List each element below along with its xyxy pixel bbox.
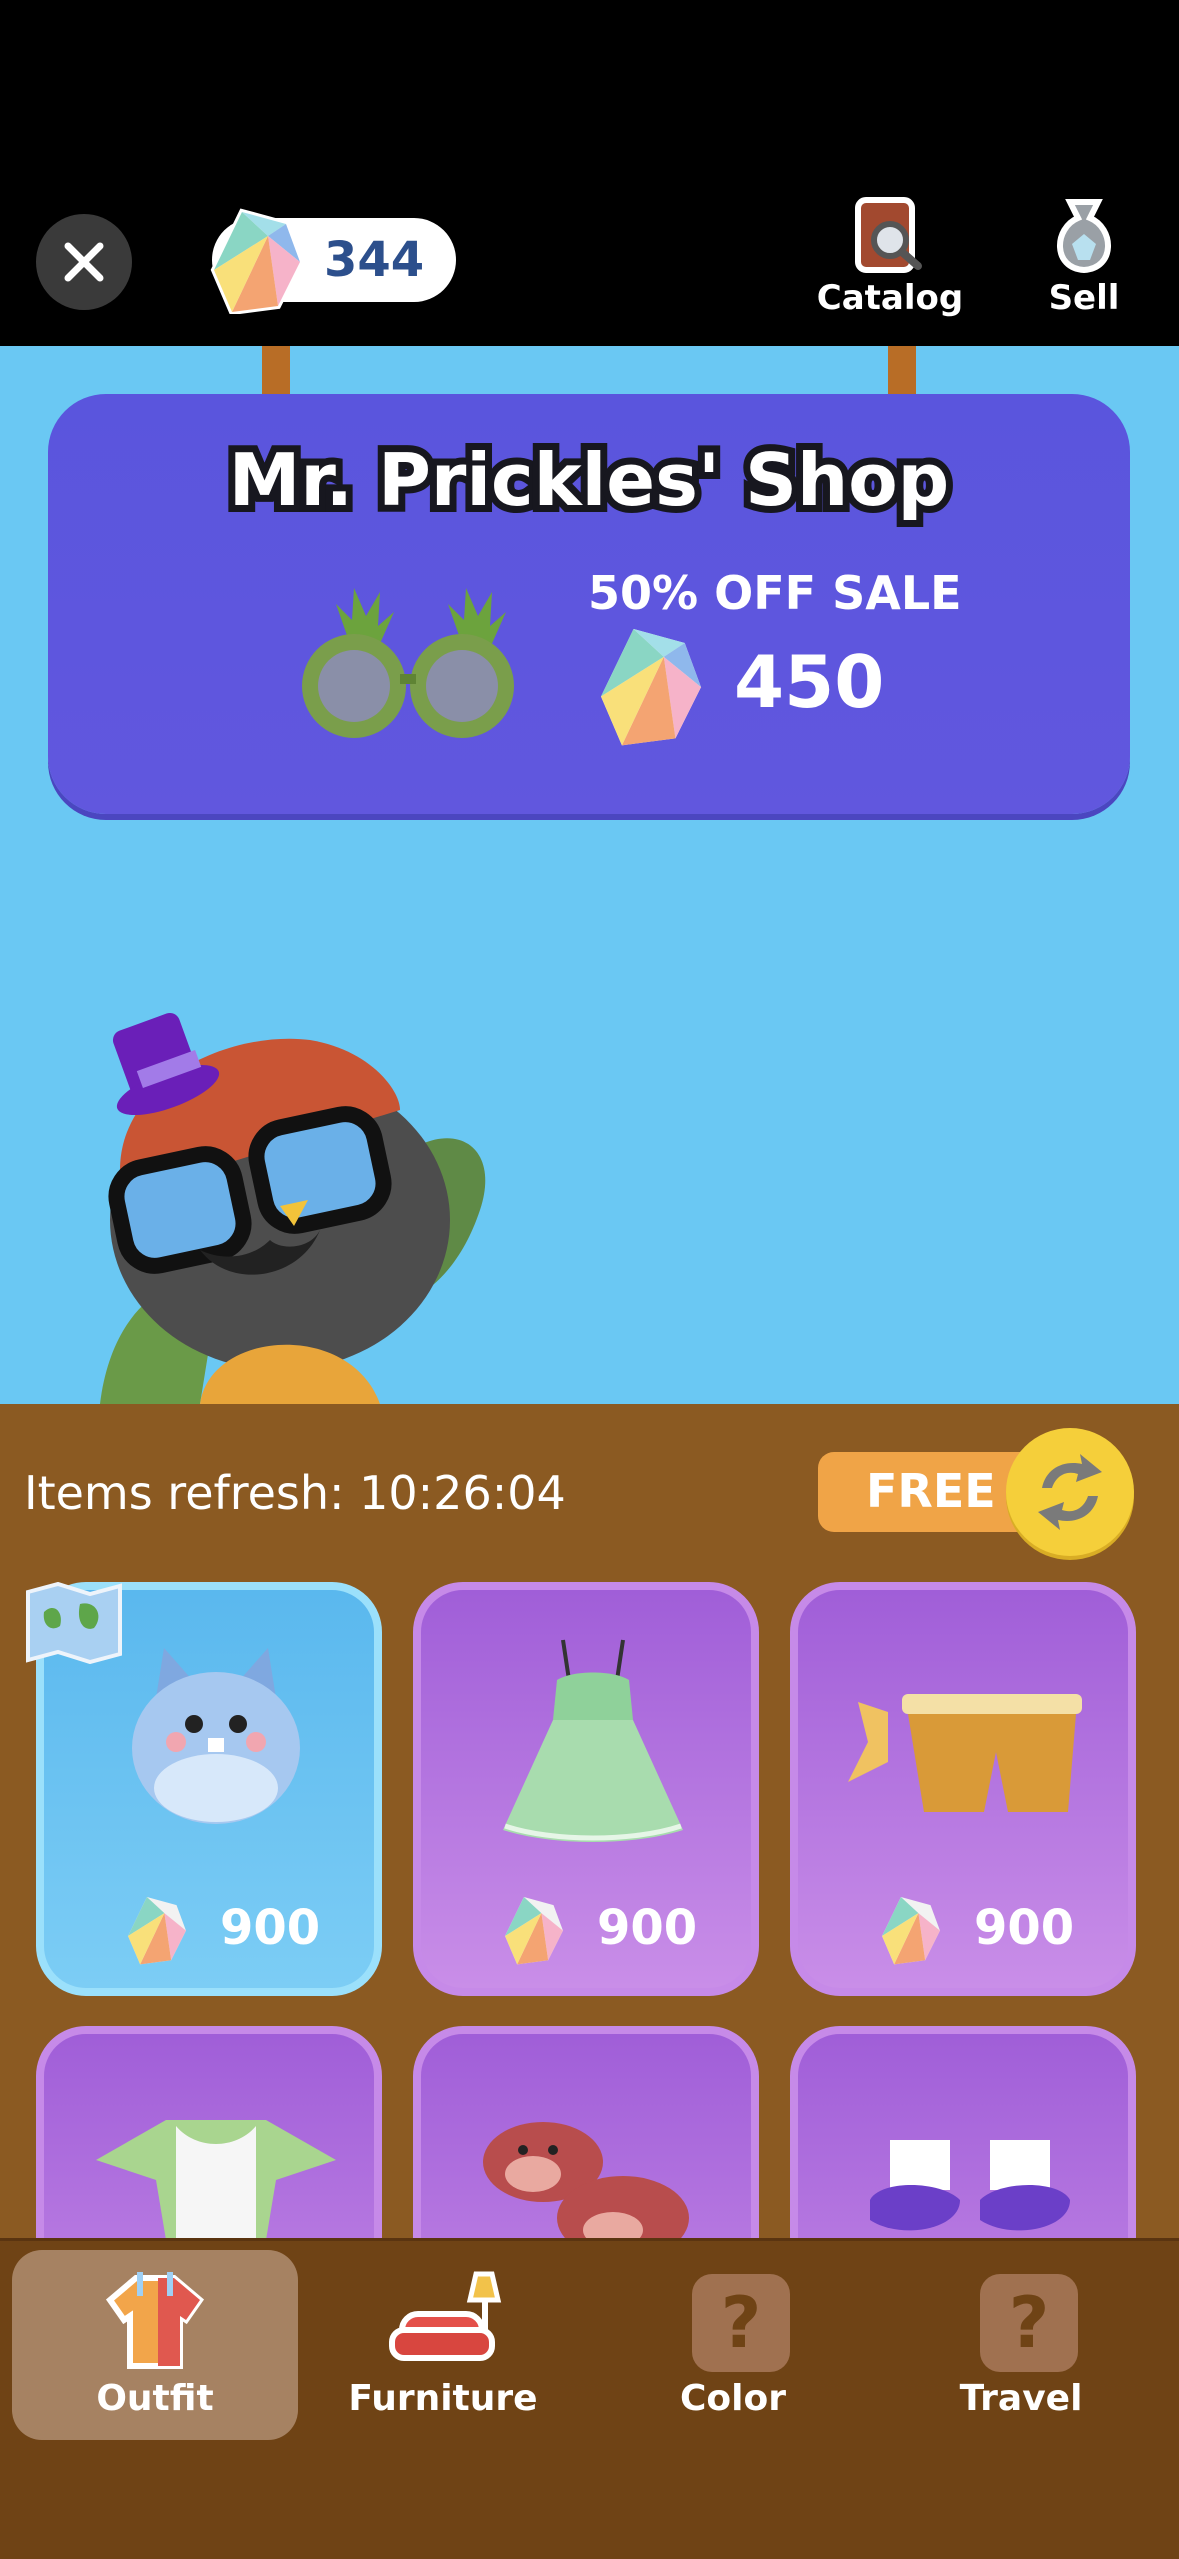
- item-price: 900: [974, 1900, 1075, 1956]
- map-icon: [26, 1582, 122, 1664]
- sign-post-right: [888, 346, 916, 396]
- scale-shorts-icon: [848, 1694, 1082, 1812]
- tab-furniture-label: Furniture: [348, 2378, 538, 2419]
- close-icon: [64, 242, 104, 282]
- gem-balance: 344: [210, 208, 456, 314]
- bunny-hood-icon: [132, 1648, 300, 1824]
- tab-travel[interactable]: ? Travel: [878, 2250, 1164, 2440]
- tab-color-label: Color: [680, 2378, 786, 2419]
- question-icon: ?: [980, 2274, 1078, 2372]
- shopkeeper-character: [100, 1012, 486, 1404]
- gem-count: 344: [324, 232, 425, 288]
- close-button[interactable]: [36, 214, 132, 310]
- refresh-button[interactable]: [1006, 1428, 1134, 1556]
- tab-outfit-label: Outfit: [96, 2378, 214, 2419]
- sale-gem-icon: [600, 629, 702, 746]
- item-price: 900: [597, 1900, 698, 1956]
- top-bar: [0, 0, 1179, 346]
- sofa-icon: [389, 2271, 502, 2361]
- cow-slippers-icon: [483, 2122, 689, 2258]
- item-price: 900: [220, 1900, 321, 1956]
- item-card-3[interactable]: 900: [790, 1582, 1136, 1996]
- shop-title: Mr. Prickles' Shop: [222, 431, 956, 529]
- price-gem-icon: [128, 1897, 186, 1965]
- item-card-2[interactable]: 900: [413, 1582, 759, 1996]
- refresh-timer: Items refresh: 10:26:04: [24, 1466, 566, 1520]
- sell-label: Sell: [1048, 278, 1120, 318]
- tab-outfit[interactable]: Outfit: [12, 2250, 298, 2440]
- sale-price: 450: [734, 640, 885, 724]
- refresh-icon: [1038, 1454, 1102, 1530]
- catalog-icon: [855, 197, 922, 273]
- price-gem-icon: [505, 1897, 563, 1965]
- shirt-icon: [105, 2272, 205, 2369]
- tab-color[interactable]: ? Color: [590, 2250, 876, 2440]
- catalog-label: Catalog: [816, 278, 964, 318]
- question-icon: ?: [692, 2274, 790, 2372]
- green-dress-icon: [503, 1639, 683, 1842]
- sale-label: 50% OFF SALE: [588, 566, 962, 620]
- sign-post-left: [262, 346, 290, 396]
- free-label: FREE: [866, 1464, 996, 1518]
- pineapple-glasses-icon: [302, 588, 514, 738]
- money-bag-icon: [1057, 199, 1111, 274]
- white-shirt-icon: [96, 2120, 336, 2240]
- tab-travel-label: Travel: [959, 2378, 1083, 2419]
- price-gem-icon: [882, 1897, 940, 1965]
- purple-shoes-icon: [870, 2140, 1070, 2231]
- gem-icon: [210, 208, 304, 314]
- tab-furniture[interactable]: Furniture: [300, 2250, 586, 2440]
